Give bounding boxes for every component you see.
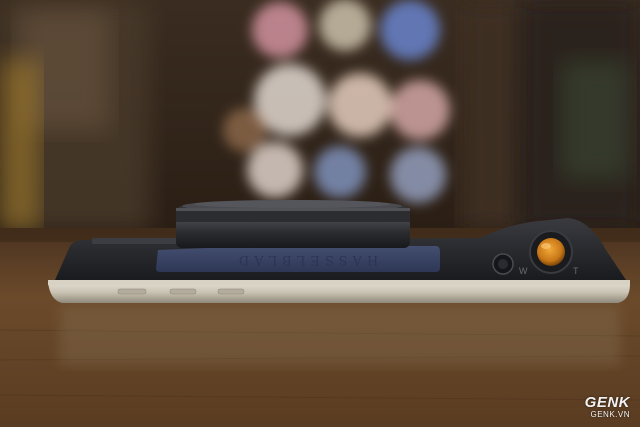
hasselblad-brand-label: HASSELBLAD [233,252,379,267]
zoom-tele-label: T [573,266,579,276]
zoom-wide-label: W [519,266,528,276]
genk-site-url: GENK.VN [590,410,630,419]
photo-illustration [0,0,640,427]
genk-logo: GENK [584,394,630,411]
genk-watermark: GENK GENK.VN [585,394,630,419]
photo-scene: HASSELBLAD W T GENK GENK.VN [0,0,640,427]
